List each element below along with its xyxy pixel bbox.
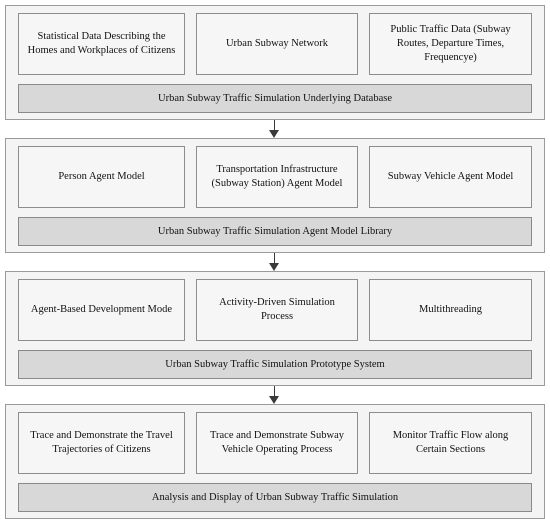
tier-cell-row: Trace and Demonstrate the Travel Traject…: [18, 412, 532, 474]
tier-cell: Statistical Data Describing the Homes an…: [18, 13, 185, 75]
connector-arrow-2: [5, 253, 545, 271]
tier-cell-row: Person Agent Model Transportation Infras…: [18, 146, 532, 208]
arrow-down-icon: [269, 396, 279, 404]
connector-arrow-3: [5, 386, 545, 404]
tier-agent-model-layer: Person Agent Model Transportation Infras…: [5, 138, 545, 253]
tier-cell: Person Agent Model: [18, 146, 185, 208]
tier-summary-bar: Urban Subway Traffic Simulation Prototyp…: [18, 350, 532, 379]
tier-cell: Activity-Driven Simulation Process: [196, 279, 358, 341]
tier-cell: Agent-Based Development Mode: [18, 279, 185, 341]
connector-arrow-1: [5, 120, 545, 138]
tier-cell: Subway Vehicle Agent Model: [369, 146, 532, 208]
architecture-diagram: Statistical Data Describing the Homes an…: [0, 0, 550, 519]
tier-cell: Urban Subway Network: [196, 13, 358, 75]
tier-cell: Multithreading: [369, 279, 532, 341]
tier-cell: Public Traffic Data (Subway Routes, Depa…: [369, 13, 532, 75]
tier-cell: Monitor Traffic Flow along Certain Secti…: [369, 412, 532, 474]
arrow-down-icon: [269, 130, 279, 138]
tier-cell: Trace and Demonstrate Subway Vehicle Ope…: [196, 412, 358, 474]
arrow-down-icon: [269, 263, 279, 271]
tier-cell-row: Agent-Based Development Mode Activity-Dr…: [18, 279, 532, 341]
tier-summary-bar: Analysis and Display of Urban Subway Tra…: [18, 483, 532, 512]
tier-prototype-system-layer: Agent-Based Development Mode Activity-Dr…: [5, 271, 545, 386]
tier-cell: Trace and Demonstrate the Travel Traject…: [18, 412, 185, 474]
tier-summary-bar: Urban Subway Traffic Simulation Underlyi…: [18, 84, 532, 113]
tier-analysis-display-layer: Trace and Demonstrate the Travel Traject…: [5, 404, 545, 519]
tier-data-layer: Statistical Data Describing the Homes an…: [5, 5, 545, 120]
tier-cell-row: Statistical Data Describing the Homes an…: [18, 13, 532, 75]
tier-summary-bar: Urban Subway Traffic Simulation Agent Mo…: [18, 217, 532, 246]
tier-cell: Transportation Infrastructure (Subway St…: [196, 146, 358, 208]
